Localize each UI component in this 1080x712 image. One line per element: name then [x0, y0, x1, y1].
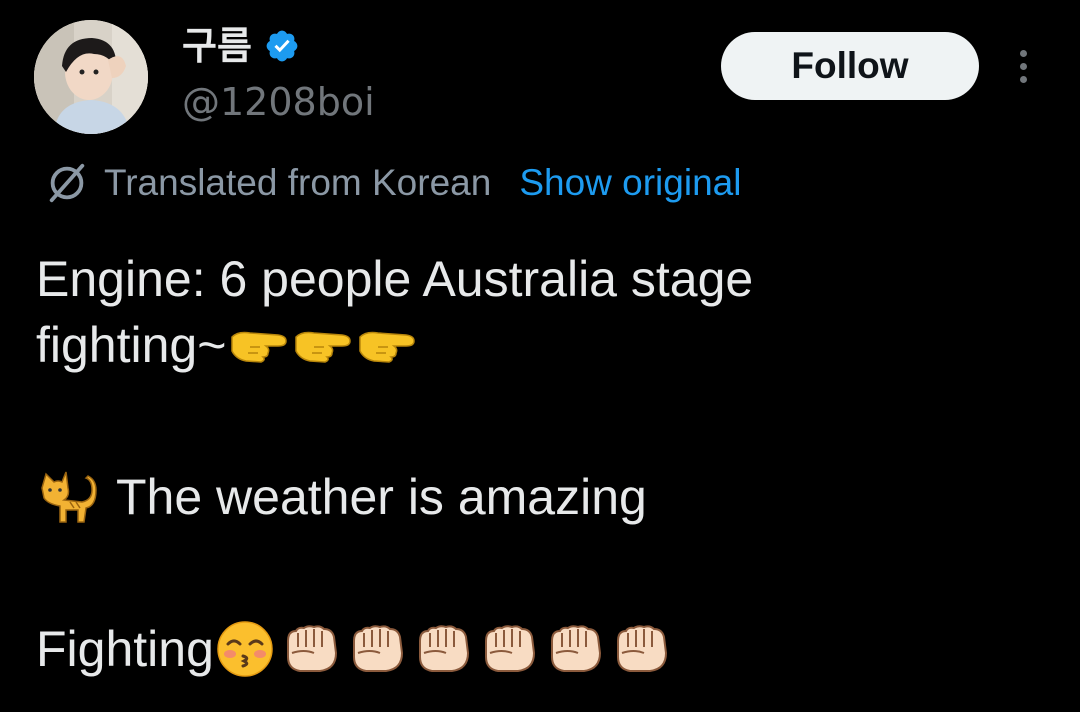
translate-globe-icon — [49, 163, 85, 203]
tweet-text: Engine: 6 people Australia stage fightin… — [36, 246, 1056, 682]
fist-emoji-icon — [418, 625, 469, 672]
user-handle[interactable]: @1208boi — [182, 78, 375, 126]
tweet-line: fighting~ — [36, 312, 1056, 378]
tweet-line: The weather is amazing — [36, 464, 1056, 530]
follow-button[interactable]: Follow — [721, 32, 979, 100]
cat-emoji-icon — [41, 471, 97, 523]
display-name[interactable]: 구름 — [182, 22, 252, 70]
translation-row: Translated from Korean Show original — [44, 158, 741, 208]
kissing-face-emoji-icon — [217, 621, 273, 677]
tweet-line: Fighting — [36, 616, 1056, 682]
more-dot — [1019, 75, 1027, 83]
tweet-line: Engine: 6 people Australia stage — [36, 246, 1056, 312]
more-dot — [1019, 62, 1027, 70]
verified-badge-icon — [266, 30, 298, 62]
tweet-text-line2: fighting~ — [36, 317, 227, 373]
translated-from-label: Translated from Korean — [104, 162, 492, 203]
fist-emoji-icon — [352, 625, 403, 672]
tweet-text-line4: Fighting — [36, 621, 214, 677]
pointing-hand-emoji-icon — [231, 331, 288, 363]
pointing-hand-emoji-icon — [295, 331, 352, 363]
tweet-text-line3: The weather is amazing — [116, 469, 647, 525]
show-original-link[interactable]: Show original — [519, 162, 741, 204]
fist-emoji-icon — [286, 625, 337, 672]
more-dot — [1019, 49, 1027, 57]
fist-emoji-icon — [484, 625, 535, 672]
tweet-text-line1: Engine: 6 people Australia stage — [36, 251, 754, 307]
display-name-row[interactable]: 구름 — [182, 22, 300, 70]
avatar-photo — [34, 20, 148, 134]
pointing-hand-emoji-icon — [359, 331, 416, 363]
more-options-icon[interactable] — [1004, 44, 1042, 88]
fist-emoji-icon — [550, 625, 601, 672]
fist-emoji-icon — [616, 625, 667, 672]
user-avatar[interactable] — [34, 20, 148, 134]
